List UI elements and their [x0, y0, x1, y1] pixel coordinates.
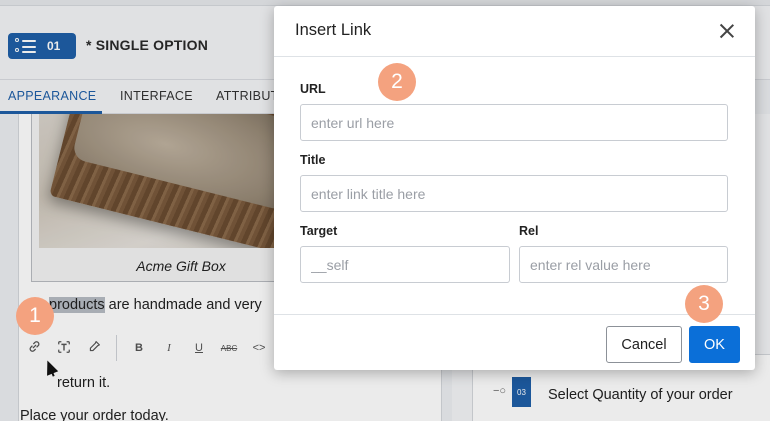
selected-text[interactable]: products — [49, 297, 105, 313]
strikethrough-icon[interactable]: ABC — [214, 344, 244, 353]
connector-icon: −○ — [493, 385, 507, 397]
tab-interface[interactable]: INTERFACE — [120, 89, 193, 103]
step-marker-2: 2 — [378, 63, 416, 101]
step-marker-3: 3 — [685, 285, 723, 323]
bold-icon[interactable]: B — [124, 342, 154, 354]
dialog-header: Insert Link — [274, 6, 755, 57]
eyedropper-icon[interactable] — [79, 340, 109, 356]
step-text: Select Quantity of your order — [548, 387, 733, 403]
dialog-footer: Cancel OK — [274, 314, 755, 370]
text-box-icon[interactable] — [49, 340, 79, 357]
list-icon — [15, 38, 37, 54]
dialog-title: Insert Link — [295, 21, 372, 39]
target-input[interactable] — [300, 246, 510, 283]
close-icon[interactable] — [718, 22, 736, 40]
step-title: * SINGLE OPTION — [86, 37, 209, 53]
paragraph-3[interactable]: Place your order today. — [20, 408, 169, 421]
rel-input[interactable] — [519, 246, 728, 283]
paragraph-2[interactable]: return it. — [57, 375, 110, 391]
inline-toolbar: B I U ABC <> — [19, 326, 285, 370]
tab-appearance[interactable]: APPEARANCE — [8, 89, 96, 103]
url-input[interactable] — [300, 104, 728, 141]
title-input[interactable] — [300, 175, 728, 212]
ok-button[interactable]: OK — [689, 326, 740, 363]
code-icon[interactable]: <> — [244, 342, 274, 354]
step-badge[interactable]: 01 — [8, 33, 76, 59]
target-label: Target — [300, 224, 338, 238]
cancel-button[interactable]: Cancel — [606, 326, 682, 363]
step-number-badge: 03 — [512, 377, 531, 407]
paragraph-1-rest: are handmade and very — [104, 297, 262, 313]
underline-icon[interactable]: U — [184, 342, 214, 354]
rel-label: Rel — [519, 224, 539, 238]
italic-icon[interactable]: I — [154, 342, 184, 354]
url-label: URL — [300, 82, 326, 96]
link-icon[interactable] — [19, 340, 49, 356]
step-marker-1: 1 — [16, 297, 54, 335]
paragraph-1[interactable]: products are handmade and very — [49, 297, 262, 313]
title-label: Title — [300, 153, 326, 167]
step-number: 01 — [47, 39, 61, 53]
insert-link-dialog: Insert Link URL Title Target Rel Cancel … — [274, 6, 755, 370]
toolbar-divider — [116, 335, 117, 361]
